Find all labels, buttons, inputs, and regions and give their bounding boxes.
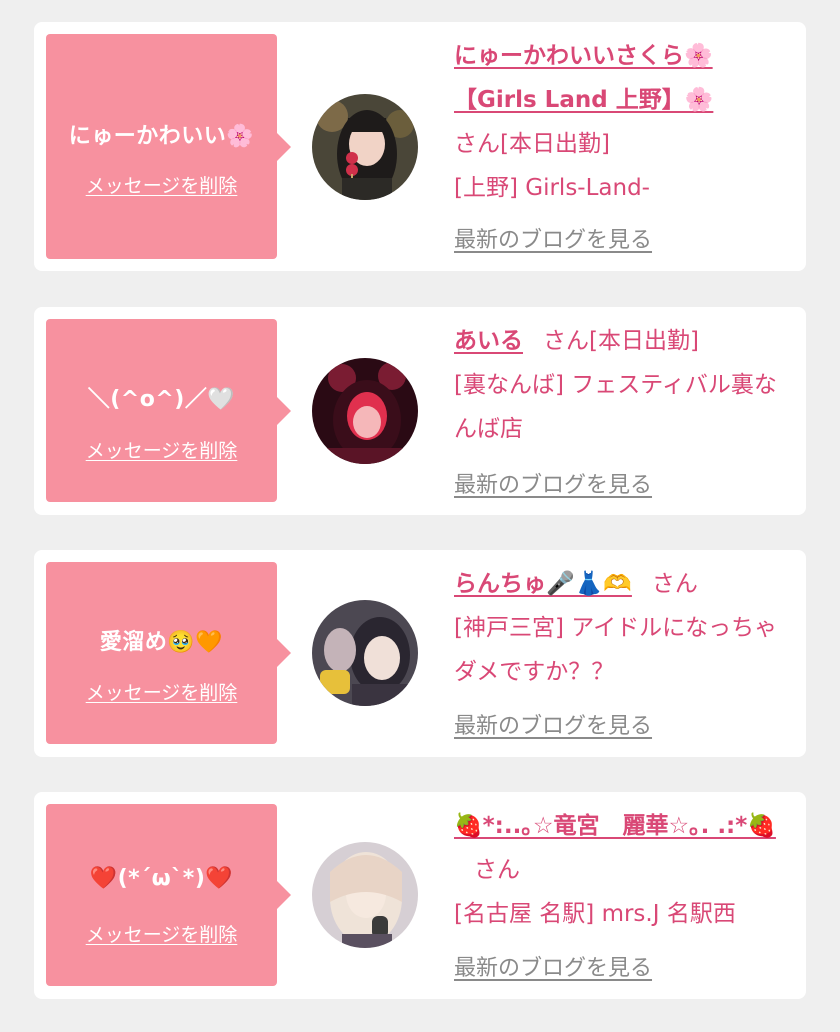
cast-name-link[interactable]: 🍓*:..｡☆竜宮 麗華☆｡. .:*🍓 <box>454 813 776 839</box>
cast-name-link[interactable]: あいる <box>454 328 523 354</box>
bubble-message: ＼(^o^)／🤍 <box>87 387 236 412</box>
bubble-message: 愛溜め🥹🧡 <box>99 630 224 655</box>
latest-blog-link[interactable]: 最新のブログを見る <box>454 467 652 499</box>
cast-info: あいる さん[本日出勤] [裏なんば] フェスティバル裏なんば店 <box>454 319 794 451</box>
delete-message-link[interactable]: メッセージを削除 <box>46 436 277 463</box>
favorite-card: ❤️(*´ω`*)❤️ メッセージを削除 🍓*:..｡☆竜宮 麗華☆｡. .:*… <box>34 792 806 999</box>
honorific: さん <box>454 131 500 157</box>
delete-message-link[interactable]: メッセージを削除 <box>46 920 277 947</box>
favorite-card: にゅーかわいい🌸 メッセージを削除 にゅーかわいいさくら🌸【Girls Land… <box>34 22 806 271</box>
avatar[interactable] <box>312 94 418 200</box>
cast-name-link[interactable]: らんちゅ🎤👗🫶 <box>454 571 632 597</box>
honorific: さん <box>474 857 520 883</box>
honorific: さん <box>543 328 589 354</box>
favorite-card: 愛溜め🥹🧡 メッセージを削除 らんちゅ🎤👗🫶 さん [神戸三宮] アイドルになっち… <box>34 550 806 757</box>
status-text: [本日出勤] <box>589 328 699 354</box>
message-bubble: ＼(^o^)／🤍 メッセージを削除 <box>46 319 291 502</box>
shop-text: [名古屋 名駅] mrs.J 名駅西 <box>454 901 736 927</box>
cast-name-link[interactable]: にゅーかわいいさくら🌸【Girls Land 上野】🌸 <box>454 43 713 113</box>
shop-text: [裏なんば] フェスティバル裏なんば店 <box>454 372 777 442</box>
latest-blog-link[interactable]: 最新のブログを見る <box>454 708 652 740</box>
avatar[interactable] <box>312 600 418 706</box>
delete-message-link[interactable]: メッセージを削除 <box>46 678 277 705</box>
latest-blog-link[interactable]: 最新のブログを見る <box>454 222 652 254</box>
favorite-card: ＼(^o^)／🤍 メッセージを削除 あいる さん[本日出勤] [裏なんば] フェス… <box>34 307 806 515</box>
message-bubble: にゅーかわいい🌸 メッセージを削除 <box>46 34 291 259</box>
delete-message-link[interactable]: メッセージを削除 <box>46 171 277 198</box>
cast-info: にゅーかわいいさくら🌸【Girls Land 上野】🌸 さん[本日出勤] [上野… <box>454 34 794 210</box>
honorific: さん <box>651 571 698 597</box>
latest-blog-link[interactable]: 最新のブログを見る <box>454 950 652 982</box>
status-text: [本日出勤] <box>500 131 610 157</box>
message-bubble: ❤️(*´ω`*)❤️ メッセージを削除 <box>46 804 291 986</box>
shop-text: [上野] Girls-Land- <box>454 175 650 201</box>
cast-info: 🍓*:..｡☆竜宮 麗華☆｡. .:*🍓 さん [名古屋 名駅] mrs.J 名駅… <box>454 804 794 936</box>
cast-info: らんちゅ🎤👗🫶 さん [神戸三宮] アイドルになっちゃダメですか？？ <box>454 562 794 694</box>
shop-text: [神戸三宮] アイドルになっちゃダメですか？？ <box>454 615 778 685</box>
avatar[interactable] <box>312 358 418 464</box>
avatar[interactable] <box>312 842 418 948</box>
message-bubble: 愛溜め🥹🧡 メッセージを削除 <box>46 562 291 744</box>
bubble-message: ❤️(*´ω`*)❤️ <box>89 866 234 891</box>
bubble-message: にゅーかわいい🌸 <box>68 124 255 149</box>
